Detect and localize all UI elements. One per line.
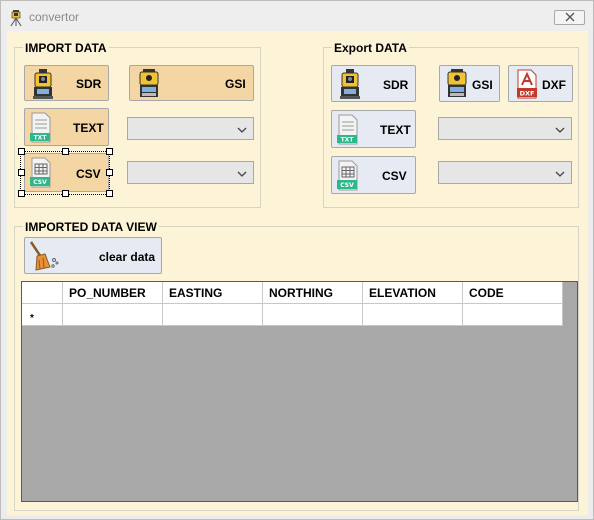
export-text-label: TEXT	[380, 123, 411, 137]
svg-text:TXT: TXT	[34, 135, 48, 142]
column-header[interactable]: PO_NUMBER	[63, 282, 163, 304]
table-row[interactable]: *	[22, 304, 563, 326]
total-station-icon	[445, 69, 469, 102]
clear-data-button[interactable]: clear data	[24, 237, 162, 274]
clear-data-label: clear data	[99, 250, 156, 264]
import-gsi-label: GSI	[225, 77, 246, 91]
import-sdr-label: SDR	[76, 77, 102, 91]
export-gsi-label: GSI	[472, 78, 493, 92]
import-group-title: IMPORT DATA	[23, 41, 109, 55]
grid-header-row: PO_NUMBER EASTING NORTHING ELEVATION COD…	[22, 282, 563, 304]
chevron-down-icon	[555, 124, 565, 134]
design-selection-frame	[20, 151, 110, 195]
new-row-marker: *	[30, 313, 34, 324]
export-csv-button[interactable]: CSV CSV	[331, 156, 416, 194]
column-header[interactable]: EASTING	[163, 282, 263, 304]
close-button[interactable]	[554, 10, 585, 25]
import-format-combo-2[interactable]	[127, 161, 254, 184]
column-header[interactable]: NORTHING	[263, 282, 363, 304]
resize-handle[interactable]	[106, 190, 113, 197]
chevron-down-icon	[555, 168, 565, 178]
import-text-button[interactable]: TXT TEXT	[24, 108, 109, 146]
import-text-label: TEXT	[73, 121, 104, 135]
svg-text:DXF: DXF	[520, 90, 535, 98]
broom-icon	[28, 240, 60, 275]
export-format-combo-1[interactable]	[438, 117, 572, 140]
total-station-icon	[338, 69, 362, 102]
data-view-group-title: IMPORTED DATA VIEW	[23, 220, 159, 234]
svg-text:TXT: TXT	[341, 137, 355, 144]
table-cell[interactable]	[263, 304, 363, 326]
chevron-down-icon	[237, 168, 247, 178]
csv-file-icon: CSV	[336, 160, 360, 195]
export-dxf-button[interactable]: DXF DXF	[508, 65, 573, 102]
import-gsi-button[interactable]: GSI	[129, 65, 254, 101]
column-header[interactable]: CODE	[463, 282, 563, 304]
import-format-combo-1[interactable]	[127, 117, 254, 140]
export-dxf-label: DXF	[542, 78, 566, 92]
resize-handle[interactable]	[18, 148, 25, 155]
app-icon	[9, 10, 23, 27]
resize-handle[interactable]	[62, 148, 69, 155]
svg-text:CSV: CSV	[340, 182, 354, 189]
resize-handle[interactable]	[18, 190, 25, 197]
export-format-combo-2[interactable]	[438, 161, 572, 184]
row-header-corner	[22, 282, 63, 304]
table-cell[interactable]	[363, 304, 463, 326]
txt-file-icon: TXT	[336, 114, 360, 149]
dxf-file-icon: DXF	[515, 69, 539, 102]
title-bar[interactable]: convertor	[1, 1, 593, 31]
import-sdr-button[interactable]: SDR	[24, 65, 109, 101]
row-header[interactable]: *	[22, 304, 63, 326]
total-station-icon	[137, 69, 161, 102]
export-group-title: Export DATA	[332, 41, 409, 55]
table-cell[interactable]	[63, 304, 163, 326]
export-gsi-button[interactable]: GSI	[439, 65, 500, 102]
window-title: convertor	[29, 10, 80, 24]
data-grid[interactable]: PO_NUMBER EASTING NORTHING ELEVATION COD…	[21, 281, 578, 502]
resize-handle[interactable]	[62, 190, 69, 197]
resize-handle[interactable]	[106, 148, 113, 155]
app-window: convertor IMPORT DATA SDR GSI TXT TEXT C…	[0, 0, 594, 520]
export-text-button[interactable]: TXT TEXT	[331, 110, 416, 148]
chevron-down-icon	[237, 124, 247, 134]
total-station-icon	[31, 69, 55, 102]
table-cell[interactable]	[463, 304, 563, 326]
resize-handle[interactable]	[18, 169, 25, 176]
table-cell[interactable]	[163, 304, 263, 326]
export-sdr-label: SDR	[383, 78, 409, 92]
export-csv-label: CSV	[382, 169, 407, 183]
column-header[interactable]: ELEVATION	[363, 282, 463, 304]
close-icon	[565, 11, 575, 25]
txt-file-icon: TXT	[29, 112, 53, 147]
export-sdr-button[interactable]: SDR	[331, 65, 416, 102]
resize-handle[interactable]	[106, 169, 113, 176]
